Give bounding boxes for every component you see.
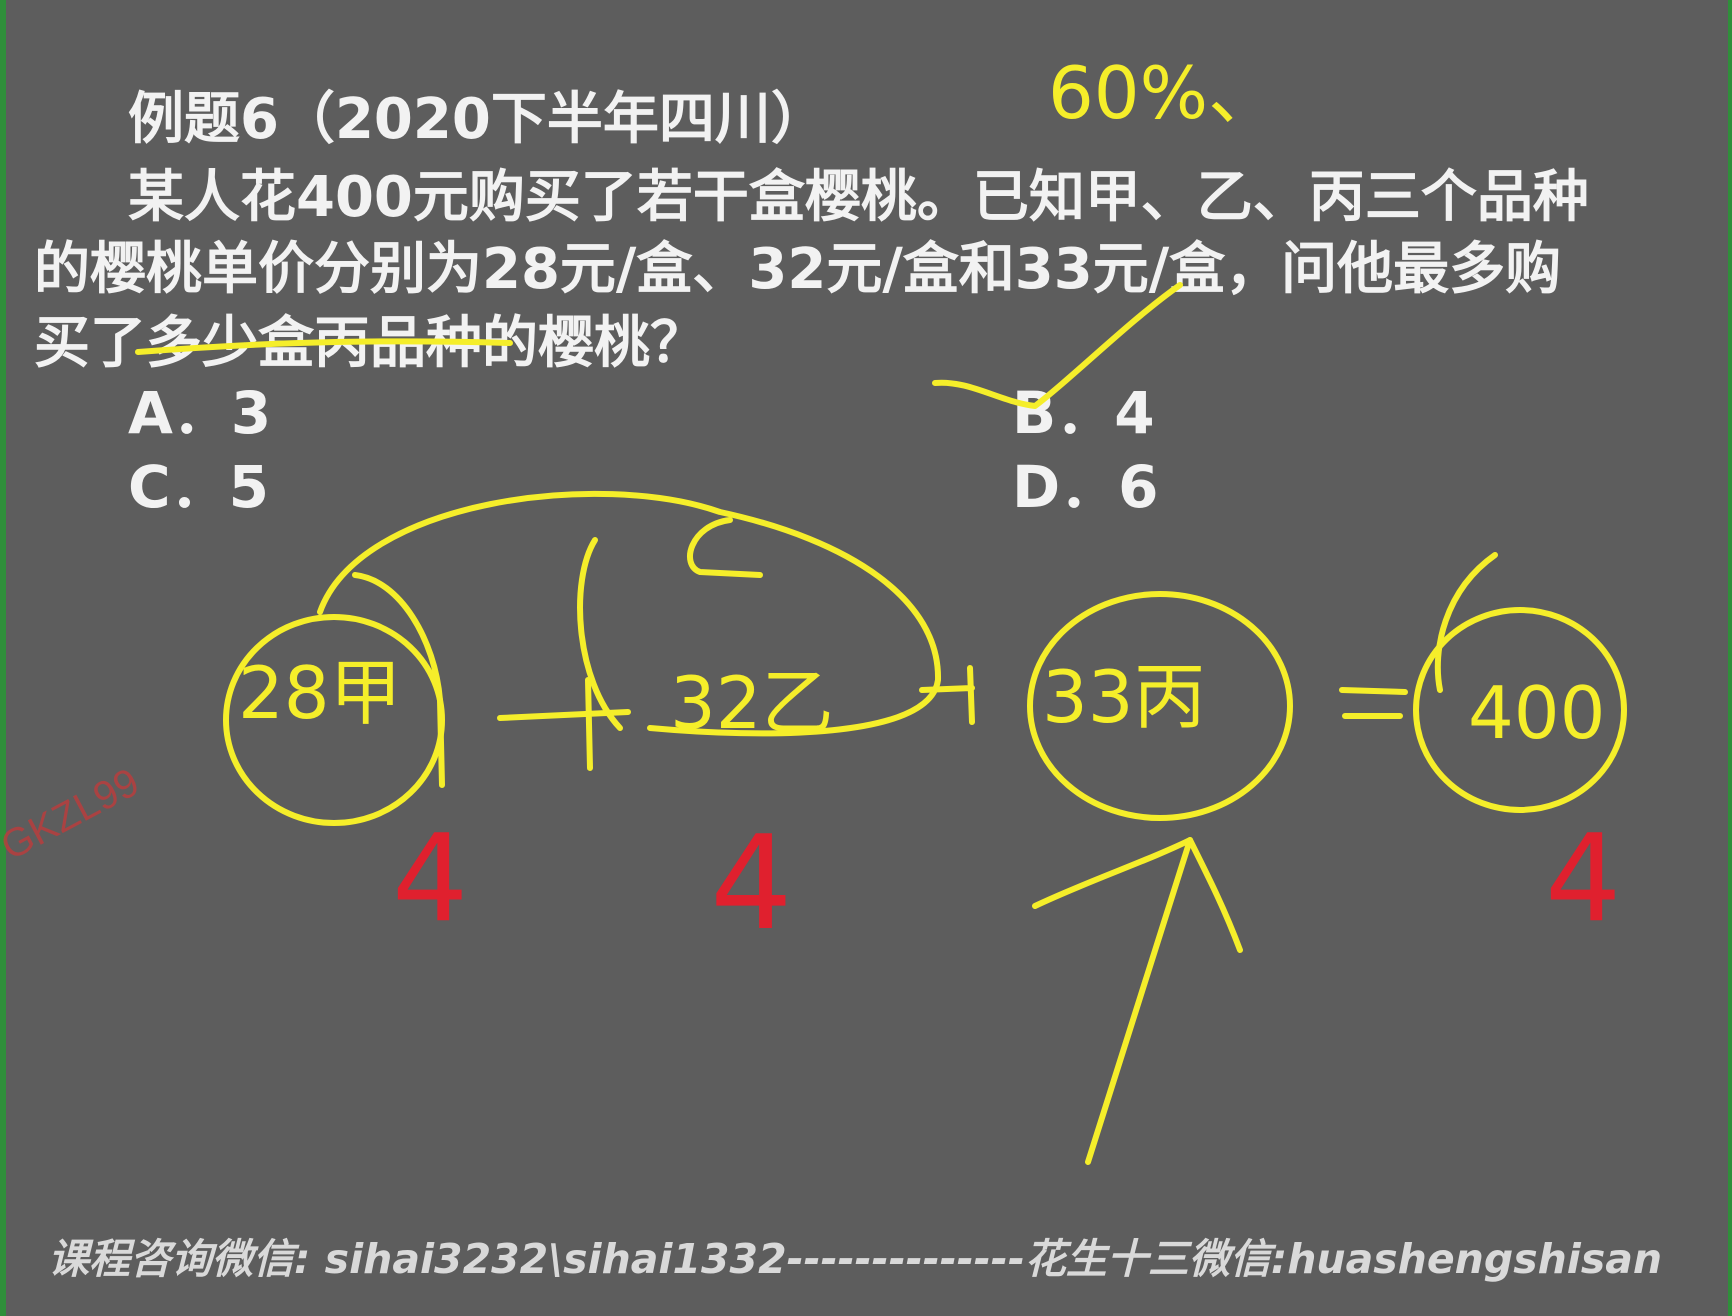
footer-contact: 课程咨询微信: sihai3232\sihai1332-------------… — [48, 1235, 1663, 1283]
red-mark-3: 4 — [1545, 810, 1621, 949]
checkmark-stroke — [932, 282, 1183, 409]
handwriting-layer: 60%、 28甲 32乙 33丙 400 4 4 4 — [135, 51, 1627, 1165]
term-28: 28甲 — [238, 651, 402, 735]
arrow-head — [1032, 837, 1243, 953]
c-mark — [687, 517, 763, 578]
underline-stroke — [135, 338, 513, 355]
red-mark-1: 4 — [392, 810, 468, 949]
equals-sign — [1339, 687, 1408, 719]
term-32: 32乙 — [670, 661, 834, 745]
handwritten-percent: 60%、 — [1048, 51, 1280, 135]
total-400: 400 — [1468, 671, 1605, 755]
red-mark-2: 4 — [710, 807, 793, 959]
term-33: 33丙 — [1042, 655, 1206, 739]
plus-sign-1 — [497, 677, 631, 771]
arrow-shaft — [1085, 837, 1193, 1165]
